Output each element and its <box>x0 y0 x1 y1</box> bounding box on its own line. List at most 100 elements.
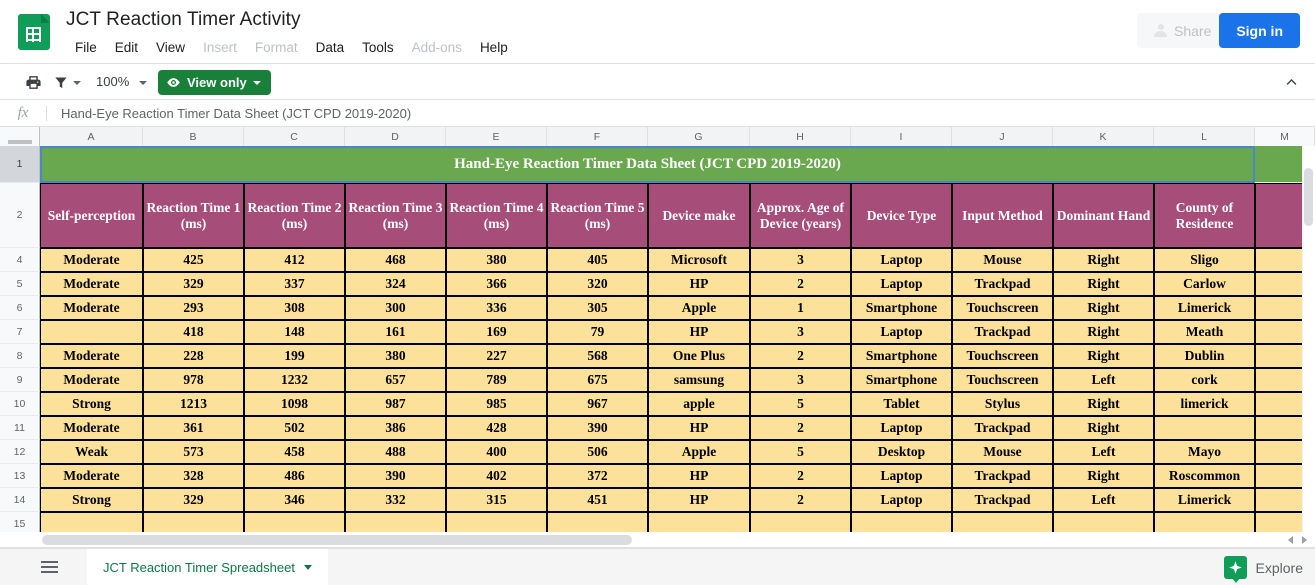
data-cell[interactable]: 329 <box>143 488 244 512</box>
row-header-6[interactable]: 6 <box>0 296 40 320</box>
data-cell[interactable] <box>851 512 952 532</box>
data-cell[interactable]: 2 <box>750 344 851 368</box>
row-header-11[interactable]: 11 <box>0 416 40 440</box>
data-cell[interactable]: 789 <box>446 368 547 392</box>
data-cell[interactable]: HP <box>648 416 750 440</box>
data-cell[interactable]: 451 <box>547 488 648 512</box>
data-cell[interactable]: Trackpad <box>952 320 1053 344</box>
data-cell[interactable] <box>750 512 851 532</box>
data-cell[interactable]: Moderate <box>40 344 143 368</box>
data-cell[interactable] <box>40 320 143 344</box>
column-header-D[interactable]: D <box>345 127 446 146</box>
data-cell[interactable]: 400 <box>446 440 547 464</box>
data-cell[interactable]: 978 <box>143 368 244 392</box>
row-header-2[interactable]: 2 <box>0 183 40 248</box>
data-cell[interactable]: Laptop <box>851 416 952 440</box>
data-cell[interactable]: 458 <box>244 440 345 464</box>
vertical-scrollbar-thumb[interactable] <box>1304 168 1313 226</box>
view-only-button[interactable]: View only <box>158 70 271 95</box>
data-cell[interactable]: 506 <box>547 440 648 464</box>
data-cell[interactable]: Apple <box>648 440 750 464</box>
data-cell[interactable]: Laptop <box>851 248 952 272</box>
data-cell[interactable] <box>446 512 547 532</box>
data-cell[interactable]: 332 <box>345 488 446 512</box>
horizontal-scrollbar[interactable] <box>0 532 1315 548</box>
data-cell[interactable]: Laptop <box>851 488 952 512</box>
data-cell[interactable]: Right <box>1053 248 1154 272</box>
column-title-cell[interactable]: Reaction Time 2 (ms) <box>244 183 345 248</box>
data-cell[interactable]: 987 <box>345 392 446 416</box>
select-all-corner[interactable] <box>0 127 40 146</box>
data-cell[interactable]: 320 <box>547 272 648 296</box>
data-cell[interactable]: Right <box>1053 272 1154 296</box>
data-cell[interactable]: Strong <box>40 488 143 512</box>
column-title-cell[interactable]: Reaction Time 3 (ms) <box>345 183 446 248</box>
column-header-A[interactable]: A <box>40 127 143 146</box>
data-cell[interactable]: HP <box>648 488 750 512</box>
data-cell[interactable]: Limerick <box>1154 488 1255 512</box>
sign-in-button[interactable]: Sign in <box>1219 13 1300 48</box>
data-cell[interactable]: Limerick <box>1154 296 1255 320</box>
data-cell[interactable]: 425 <box>143 248 244 272</box>
data-cell[interactable]: Touchscreen <box>952 296 1053 320</box>
data-cell[interactable]: 3 <box>750 320 851 344</box>
data-cell[interactable]: Mouse <box>952 248 1053 272</box>
data-cell[interactable]: 1213 <box>143 392 244 416</box>
data-cell[interactable]: 372 <box>547 464 648 488</box>
column-title-cell[interactable]: Approx. Age of Device (years) <box>750 183 851 248</box>
data-cell[interactable]: 418 <box>143 320 244 344</box>
data-cell[interactable]: Right <box>1053 344 1154 368</box>
data-cell[interactable]: 1232 <box>244 368 345 392</box>
column-header-F[interactable]: F <box>547 127 648 146</box>
data-cell[interactable]: Desktop <box>851 440 952 464</box>
data-cell[interactable]: 228 <box>143 344 244 368</box>
column-header-I[interactable]: I <box>851 127 952 146</box>
data-cell[interactable]: apple <box>648 392 750 416</box>
data-cell[interactable]: 1 <box>750 296 851 320</box>
data-cell[interactable]: cork <box>1154 368 1255 392</box>
data-cell[interactable]: Moderate <box>40 464 143 488</box>
data-cell[interactable]: Trackpad <box>952 488 1053 512</box>
data-cell[interactable]: 412 <box>244 248 345 272</box>
data-cell[interactable]: 366 <box>446 272 547 296</box>
horizontal-scrollbar-thumb[interactable] <box>42 535 632 545</box>
filter-icon[interactable] <box>53 75 69 90</box>
data-cell[interactable]: 390 <box>547 416 648 440</box>
column-header-L[interactable]: L <box>1154 127 1255 146</box>
data-cell[interactable]: Weak <box>40 440 143 464</box>
data-cell[interactable]: Moderate <box>40 416 143 440</box>
data-cell[interactable]: HP <box>648 320 750 344</box>
data-cell[interactable]: Roscommon <box>1154 464 1255 488</box>
data-cell[interactable]: 380 <box>446 248 547 272</box>
data-cell[interactable]: Tablet <box>851 392 952 416</box>
data-cell[interactable]: 161 <box>345 320 446 344</box>
row-header-4[interactable]: 4 <box>0 248 40 272</box>
data-cell[interactable] <box>1053 512 1154 532</box>
column-title-cell[interactable]: Reaction Time 1 (ms) <box>143 183 244 248</box>
data-cell[interactable] <box>143 512 244 532</box>
data-cell[interactable]: 324 <box>345 272 446 296</box>
data-cell[interactable]: 3 <box>750 248 851 272</box>
data-cell[interactable]: 675 <box>547 368 648 392</box>
data-cell[interactable]: 386 <box>345 416 446 440</box>
data-cell[interactable]: 657 <box>345 368 446 392</box>
data-cell[interactable]: 573 <box>143 440 244 464</box>
data-cell[interactable]: Trackpad <box>952 464 1053 488</box>
data-cell[interactable]: Touchscreen <box>952 344 1053 368</box>
row-header-9[interactable]: 9 <box>0 368 40 392</box>
menu-item-data[interactable]: Data <box>307 37 354 58</box>
row-header-1[interactable]: 1 <box>0 146 40 183</box>
data-cell[interactable]: 428 <box>446 416 547 440</box>
data-cell[interactable]: 315 <box>446 488 547 512</box>
print-icon[interactable] <box>24 74 43 91</box>
data-cell[interactable]: Apple <box>648 296 750 320</box>
data-cell[interactable]: 305 <box>547 296 648 320</box>
data-cell[interactable]: 337 <box>244 272 345 296</box>
all-sheets-hamburger-icon[interactable] <box>41 555 65 579</box>
column-header-B[interactable]: B <box>143 127 244 146</box>
scroll-left-arrow-icon[interactable] <box>1288 536 1293 544</box>
column-title-cell[interactable]: Input Method <box>952 183 1053 248</box>
column-header-M[interactable]: M <box>1255 127 1315 146</box>
data-cell[interactable] <box>952 512 1053 532</box>
data-cell[interactable]: Smartphone <box>851 296 952 320</box>
